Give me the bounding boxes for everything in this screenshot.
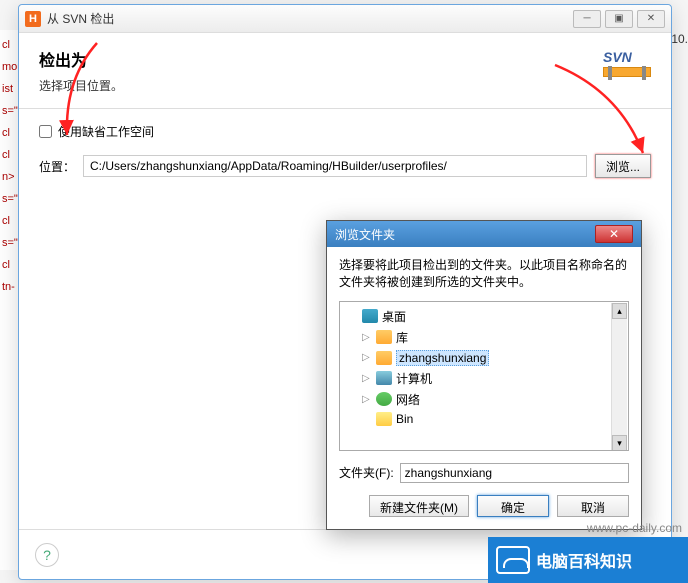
use-default-workspace-checkbox[interactable] [39, 125, 52, 138]
maximize-button[interactable]: ▣ [605, 10, 633, 28]
svn-logo: SVN [603, 49, 651, 89]
dialog-heading: 检出为 [39, 47, 651, 71]
minimize-button[interactable]: ─ [573, 10, 601, 28]
watermark-logo: 电脑百科知识 [488, 537, 688, 583]
tree-scrollbar[interactable]: ▴ ▾ [611, 303, 627, 451]
network-icon [376, 392, 392, 406]
tree-item-desktop[interactable]: 桌面 [344, 306, 624, 327]
dialog-subtitle: 选择项目位置。 [39, 77, 651, 94]
window-title: 从 SVN 检出 [47, 10, 573, 27]
path-label: 位置： [39, 158, 75, 175]
dialog-content: 使用缺省工作空间 位置： 浏览... [19, 109, 671, 192]
folder-dialog-title: 浏览文件夹 [335, 226, 395, 243]
monitor-icon [496, 546, 530, 574]
folder-dialog-titlebar[interactable]: 浏览文件夹 ✕ [327, 221, 641, 247]
close-button[interactable]: ✕ [637, 10, 665, 28]
new-folder-button[interactable]: 新建文件夹(M) [369, 495, 469, 517]
ok-button[interactable]: 确定 [477, 495, 549, 517]
tree-item-computer[interactable]: ▷ 计算机 [344, 368, 624, 389]
titlebar[interactable]: H 从 SVN 检出 ─ ▣ ✕ [19, 5, 671, 33]
tree-item-user[interactable]: ▷ zhangshunxiang [344, 348, 624, 368]
user-folder-icon [376, 351, 392, 365]
hbuilder-icon: H [25, 11, 41, 27]
computer-icon [376, 371, 392, 385]
cancel-button[interactable]: 取消 [557, 495, 629, 517]
library-icon [376, 330, 392, 344]
path-input[interactable] [83, 155, 587, 177]
dialog-header: 检出为 选择项目位置。 SVN [19, 33, 671, 109]
folder-icon [376, 412, 392, 426]
folder-tree[interactable]: 桌面 ▷ 库 ▷ zhangshunxiang ▷ 计算机 ▷ 网络 [339, 301, 629, 451]
browse-button[interactable]: 浏览... [595, 154, 651, 178]
folder-dialog-description: 选择要将此项目检出到的文件夹。以此项目名称命名的文件夹将被创建到所选的文件夹中。 [339, 257, 629, 291]
folder-name-label: 文件夹(F): [339, 464, 394, 481]
tree-item-library[interactable]: ▷ 库 [344, 327, 624, 348]
watermark-url: www.pc-daily.com [587, 521, 682, 535]
tree-item-bin[interactable]: Bin [344, 410, 624, 428]
browse-folder-dialog: 浏览文件夹 ✕ 选择要将此项目检出到的文件夹。以此项目名称命名的文件夹将被创建到… [326, 220, 642, 530]
folder-name-input[interactable] [400, 463, 629, 483]
folder-dialog-close-button[interactable]: ✕ [595, 225, 633, 243]
scroll-up-button[interactable]: ▴ [612, 303, 627, 319]
help-icon[interactable]: ? [35, 543, 59, 567]
use-default-workspace-label: 使用缺省工作空间 [58, 123, 154, 140]
scroll-down-button[interactable]: ▾ [612, 435, 627, 451]
desktop-icon [362, 309, 378, 323]
tree-item-network[interactable]: ▷ 网络 [344, 389, 624, 410]
